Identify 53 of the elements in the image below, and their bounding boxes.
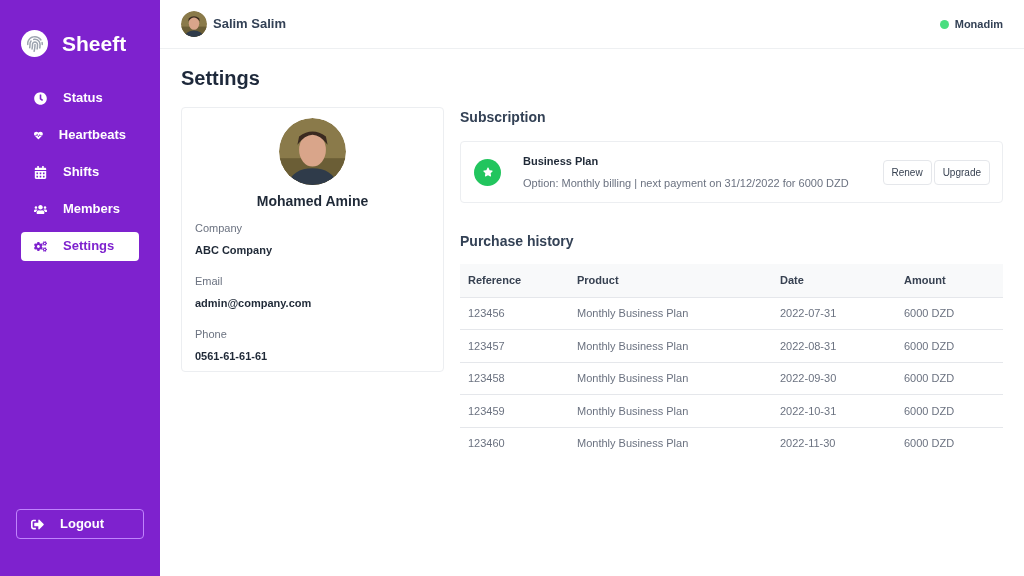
user-name: Salim Salim [213, 15, 286, 34]
subscription-button[interactable]: Upgrade [933, 159, 990, 185]
table-cell: 6000 DZD [896, 362, 1003, 395]
table-cell: Monthly Business Plan [569, 394, 772, 427]
table-cell: 123459 [460, 394, 569, 427]
table-cell: 2022-07-31 [772, 297, 896, 330]
table-cell: 6000 DZD [896, 329, 1003, 362]
nav-item[interactable]: Status [21, 83, 139, 113]
table-cell: 2022-11-30 [772, 427, 896, 460]
table-cell: 2022-08-31 [772, 329, 896, 362]
subscription-button[interactable]: Renew [882, 159, 932, 185]
table-cell: 123456 [460, 297, 569, 330]
brand-name: Sheeft [62, 31, 127, 57]
table-cell: 6000 DZD [896, 394, 1003, 427]
logout-icon [31, 517, 44, 531]
column-header: Amount [896, 264, 1003, 297]
plan-name: Business Plan [523, 154, 600, 169]
column-header: Reference [460, 264, 569, 297]
page-title: Settings [181, 66, 261, 91]
column-header: Product [569, 264, 772, 297]
logout-button[interactable]: Logout [16, 509, 144, 539]
field-value: admin@company.com [195, 295, 313, 311]
field-label: Company [195, 221, 244, 236]
table-cell: 123458 [460, 362, 569, 395]
section-heading: Purchase history [460, 232, 575, 251]
field-label: Phone [195, 327, 228, 342]
table-cell: Monthly Business Plan [569, 329, 772, 362]
nav-item[interactable]: Shifts [21, 157, 139, 187]
clock-icon [34, 91, 47, 105]
gears-icon [34, 239, 47, 253]
people-icon [34, 202, 47, 216]
nav-item[interactable]: Settings [21, 231, 139, 261]
table-cell: 123457 [460, 329, 569, 362]
table-cell: 2022-09-30 [772, 362, 896, 395]
calendar-icon [34, 165, 47, 179]
profile-name: Mohamed Amine [255, 192, 370, 211]
table-cell: Monthly Business Plan [569, 427, 772, 460]
table-cell: Monthly Business Plan [569, 362, 772, 395]
nav-item[interactable]: Heartbeats [21, 120, 139, 150]
table-cell: 6000 DZD [896, 427, 1003, 460]
fingerprint-logo-icon [21, 30, 48, 58]
plan-details: Option: Monthly billing | next payment on 31/12/2022 for 6000 DZD [523, 175, 849, 191]
section-heading: Subscription [460, 108, 547, 127]
field-value: ABC Company [195, 242, 273, 258]
field-value: 0561-61-61-61 [195, 348, 269, 364]
nav-item[interactable]: Members [21, 194, 139, 224]
table-cell: 6000 DZD [896, 297, 1003, 330]
table-cell: Monthly Business Plan [569, 297, 772, 330]
column-header: Date [772, 264, 896, 297]
table-cell: 2022-10-31 [772, 394, 896, 427]
field-label: Email [195, 274, 224, 289]
status-label: Monadim [954, 16, 1003, 32]
table-cell: 123460 [460, 427, 569, 460]
